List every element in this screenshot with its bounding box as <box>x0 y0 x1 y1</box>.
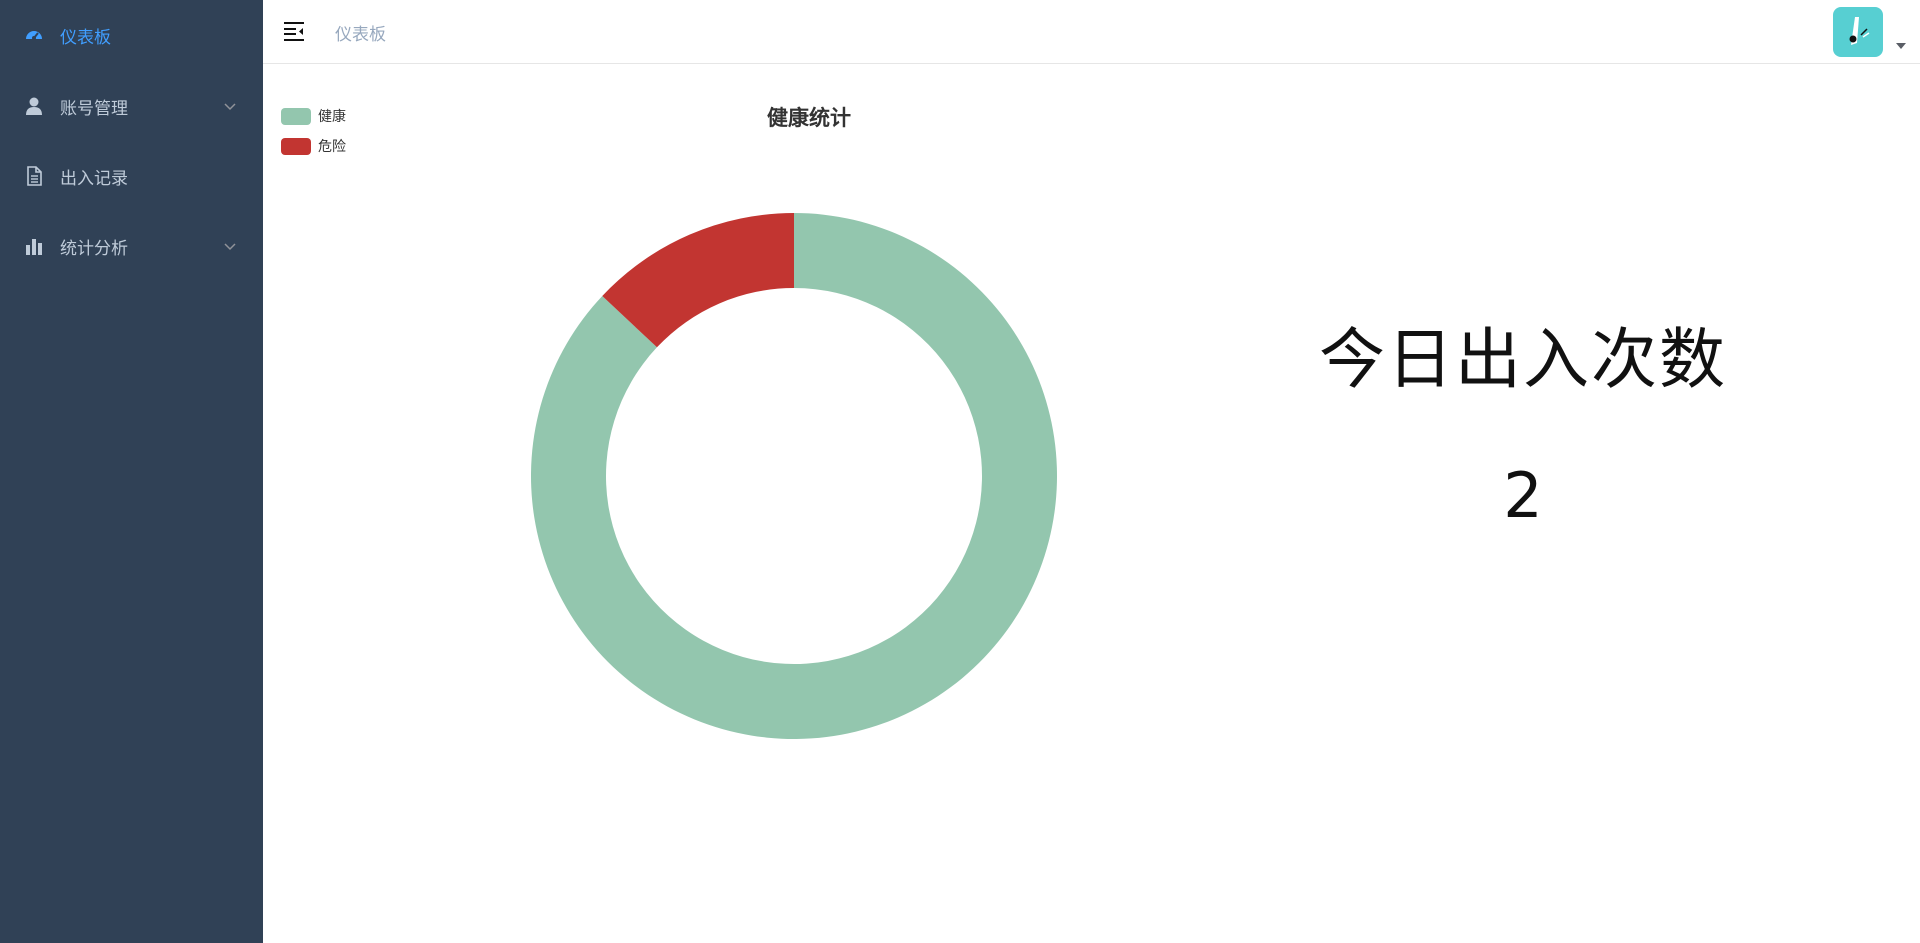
sidebar-item-label: 仪表板 <box>60 27 111 48</box>
today-count-title: 今日出入次数 <box>1319 321 1727 398</box>
sidebar-item-dashboard[interactable]: 仪表板 <box>0 0 263 70</box>
chart-title: 健康统计 <box>767 106 851 130</box>
main-content: 健康统计 健康 危险 今日出入次数 2 <box>263 64 1920 943</box>
legend-item-danger[interactable]: 危险 <box>281 136 346 156</box>
today-count-value: 2 <box>1503 459 1543 532</box>
sidebar-item-account[interactable]: 账号管理 <box>0 71 263 141</box>
navbar: 仪表板 <box>263 0 1920 64</box>
bar-chart-icon <box>24 236 44 256</box>
caret-down-icon[interactable] <box>1896 43 1906 49</box>
avatar-icon <box>1849 17 1870 45</box>
legend-label: 危险 <box>318 139 346 155</box>
sidebar-item-label: 统计分析 <box>60 238 128 259</box>
legend-item-healthy[interactable]: 健康 <box>281 106 346 126</box>
sidebar-item-label: 账号管理 <box>60 98 128 119</box>
dashboard-icon <box>24 25 44 45</box>
chevron-down-icon <box>224 103 236 111</box>
sidebar: 仪表板 账号管理 出入记录 统计分析 <box>0 0 263 943</box>
sidebar-item-records[interactable]: 出入记录 <box>0 141 263 211</box>
legend-label: 健康 <box>318 109 346 125</box>
document-icon <box>24 166 44 186</box>
legend-swatch <box>281 107 311 125</box>
chevron-down-icon <box>224 243 236 251</box>
user-icon <box>24 96 44 116</box>
menu-fold-icon[interactable] <box>283 20 305 42</box>
avatar[interactable] <box>1833 7 1883 57</box>
legend-swatch <box>281 137 311 155</box>
app: 仪表板 账号管理 出入记录 统计分析 仪表板 健康统计 健康 危险 今日出入次数… <box>0 0 1920 943</box>
sidebar-item-label: 出入记录 <box>60 168 128 189</box>
breadcrumb: 仪表板 <box>335 25 386 45</box>
sidebar-item-statistics[interactable]: 统计分析 <box>0 211 263 281</box>
donut-chart <box>531 213 1057 739</box>
